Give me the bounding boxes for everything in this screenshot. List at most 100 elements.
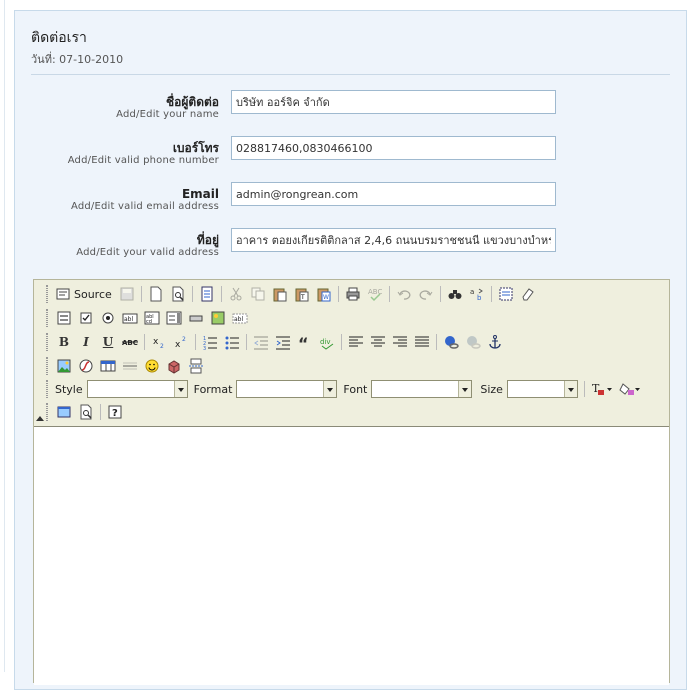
preview-button[interactable]: [167, 283, 189, 305]
bold-button[interactable]: B: [53, 331, 75, 353]
svg-text:W: W: [323, 294, 329, 301]
source-button[interactable]: Source: [53, 283, 116, 305]
font-dropdown-arrow-icon[interactable]: [458, 381, 472, 397]
paste-button[interactable]: [269, 283, 291, 305]
print-button[interactable]: [342, 283, 364, 305]
justify-button[interactable]: [411, 331, 433, 353]
blockquote-button[interactable]: “: [294, 331, 316, 353]
create-div-button[interactable]: div: [316, 331, 338, 353]
text-field-button[interactable]: abl: [119, 307, 141, 329]
toolbar-separator: [341, 334, 342, 350]
size-dropdown[interactable]: [506, 380, 578, 398]
replace-button[interactable]: ab: [466, 283, 488, 305]
unlink-button[interactable]: [462, 331, 484, 353]
numbered-list-button[interactable]: 123: [199, 331, 221, 353]
toolbar-row-4: [46, 355, 207, 377]
cut-button[interactable]: [225, 283, 247, 305]
link-button[interactable]: [440, 331, 462, 353]
copy-button[interactable]: [247, 283, 269, 305]
about-button[interactable]: ?: [104, 401, 126, 423]
smiley-button[interactable]: [141, 355, 163, 377]
find-button[interactable]: [444, 283, 466, 305]
name-hint: Add/Edit your name: [116, 109, 219, 120]
special-char-icon: [168, 360, 180, 374]
style-dropdown[interactable]: [86, 380, 188, 398]
superscript-button[interactable]: x2: [170, 331, 192, 353]
table-button[interactable]: [97, 355, 119, 377]
align-left-button[interactable]: [345, 331, 367, 353]
special-char-button[interactable]: [163, 355, 185, 377]
horizontal-rule-button[interactable]: [119, 355, 141, 377]
style-dropdown-arrow-icon[interactable]: [173, 381, 187, 397]
editor-content-area[interactable]: [34, 426, 669, 685]
toolbar-separator: [337, 286, 339, 302]
checkbox-button[interactable]: [75, 307, 97, 329]
outdent-button[interactable]: [250, 331, 272, 353]
bulleted-list-button[interactable]: [221, 331, 243, 353]
name-input[interactable]: [231, 90, 556, 114]
paste-word-button[interactable]: W: [313, 283, 335, 305]
copy-icon: [251, 287, 265, 301]
text-color-button[interactable]: T: [588, 378, 616, 400]
align-center-button[interactable]: [367, 331, 389, 353]
page-break-button[interactable]: [185, 355, 207, 377]
flash-button[interactable]: [75, 355, 97, 377]
image-button[interactable]: [53, 355, 75, 377]
subscript-button[interactable]: x2: [148, 331, 170, 353]
background-color-button[interactable]: [616, 378, 644, 400]
justify-icon: [415, 336, 429, 347]
select-all-button[interactable]: [495, 283, 517, 305]
hidden-field-button[interactable]: abl: [229, 307, 251, 329]
textarea-button[interactable]: abl cd: [141, 307, 163, 329]
strike-button[interactable]: ABC: [119, 331, 141, 353]
svg-text:div: div: [320, 338, 331, 346]
address-row: ที่อยู่ Add/Edit your valid address: [15, 228, 685, 264]
redo-button[interactable]: [415, 283, 437, 305]
anchor-button[interactable]: [484, 331, 506, 353]
phone-input[interactable]: [231, 136, 556, 160]
paste-word-icon: W: [317, 288, 331, 302]
toolbar-separator: [220, 286, 222, 302]
help-icon: ?: [108, 405, 122, 419]
smiley-icon: [145, 359, 159, 373]
save-button[interactable]: [116, 283, 138, 305]
radio-button-tool[interactable]: [97, 307, 119, 329]
format-dropdown-arrow-icon[interactable]: [323, 381, 337, 397]
save-icon: [120, 287, 134, 301]
button-field-button[interactable]: [185, 307, 207, 329]
spell-check-button[interactable]: ABC: [364, 283, 386, 305]
superscript-icon: x2: [175, 336, 186, 350]
address-input[interactable]: [231, 228, 556, 252]
font-dropdown[interactable]: [371, 380, 473, 398]
size-dropdown-arrow-icon[interactable]: [563, 381, 577, 397]
unlink-icon: [467, 336, 481, 349]
paste-text-button[interactable]: T: [291, 283, 313, 305]
eraser-icon: [522, 288, 534, 301]
maximize-button[interactable]: [53, 401, 75, 423]
undo-button[interactable]: [393, 283, 415, 305]
address-hint: Add/Edit your valid address: [76, 247, 219, 258]
toolbar-collapse-icon[interactable]: [36, 416, 44, 421]
format-dropdown[interactable]: [236, 380, 338, 398]
source-label: Source: [74, 287, 112, 301]
underline-button[interactable]: U: [97, 331, 119, 353]
button-field-icon: [189, 315, 203, 322]
toolbar-separator: [140, 286, 142, 302]
indent-button[interactable]: [272, 331, 294, 353]
svg-text:ABC: ABC: [122, 339, 138, 347]
toolbar-grip: [46, 380, 48, 398]
new-page-button[interactable]: [145, 283, 167, 305]
select-field-button[interactable]: [163, 307, 185, 329]
image-button-tool[interactable]: [207, 307, 229, 329]
show-blocks-button[interactable]: [75, 401, 97, 423]
italic-button[interactable]: I: [75, 331, 97, 353]
form-button[interactable]: [53, 307, 75, 329]
email-input[interactable]: [231, 182, 556, 206]
remove-format-button[interactable]: [517, 283, 539, 305]
svg-text:ABC: ABC: [368, 288, 382, 296]
align-right-button[interactable]: [389, 331, 411, 353]
toolbar-separator: [144, 334, 145, 350]
templates-button[interactable]: [196, 283, 218, 305]
new-page-icon: [150, 286, 162, 302]
svg-text:“: “: [298, 334, 309, 350]
